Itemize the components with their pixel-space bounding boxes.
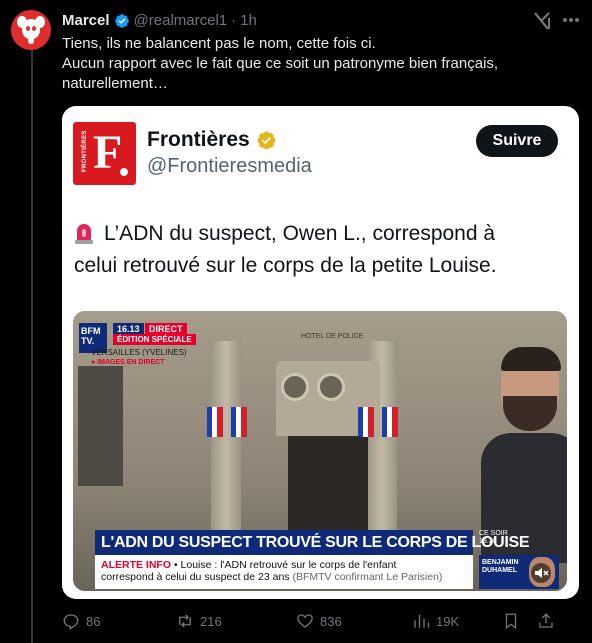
tweet-text: Tiens, ils ne balancent pas le nom, cett… xyxy=(62,34,562,94)
avatar-eye xyxy=(32,26,36,31)
avatar[interactable] xyxy=(11,10,51,50)
reply-icon xyxy=(63,614,79,630)
french-flag-icon xyxy=(231,407,247,437)
quoted-line-text: L’ADN du suspect, Owen L., correspond à xyxy=(104,222,496,245)
tweet-line: naturellement… xyxy=(62,75,168,92)
reporter-beard xyxy=(503,396,557,431)
thread-line xyxy=(31,48,33,643)
bookmark-button[interactable] xyxy=(502,612,526,630)
share-button[interactable] xyxy=(537,612,561,630)
separator-dot: · xyxy=(231,12,237,29)
quoted-post[interactable]: FRONTIÈRES F Frontières @Frontieresmedia… xyxy=(62,106,579,599)
share-icon xyxy=(539,613,553,628)
tweet-line: Aucun rapport avec le fait que ce soit u… xyxy=(62,55,499,72)
siren-emoji-icon xyxy=(75,224,93,244)
quoted-name-text: Frontières xyxy=(147,128,250,151)
building-column xyxy=(211,341,241,541)
ticker-line-2: correspond à celui du suspect de 23 ans … xyxy=(101,571,467,583)
logo-dot xyxy=(120,168,128,176)
quoted-author-handle[interactable]: @Frontieresmedia xyxy=(147,155,312,178)
alert-source: (BFMTV confirmant Le Parisien) xyxy=(289,571,443,583)
author-handle[interactable]: @realmarcel1 xyxy=(134,11,228,31)
heart-icon xyxy=(297,614,313,628)
french-flag-icon xyxy=(382,407,398,437)
bfm-live-label: ● IMAGES EN DIRECT xyxy=(91,359,165,366)
follow-button[interactable]: Suivre xyxy=(476,125,558,157)
logo-letter: F xyxy=(93,126,123,179)
action-bar: 86 216 836 19K xyxy=(62,612,582,634)
author-name[interactable]: Marcel xyxy=(62,11,110,31)
tweet-header: Marcel @realmarcel1 · 1h xyxy=(62,11,257,31)
repost-count: 216 xyxy=(200,613,222,629)
round-window xyxy=(317,373,345,401)
video-thumbnail[interactable]: HOTEL DE POLICE BFM TV. 16.13 DIRECT ÉDI… xyxy=(73,311,567,591)
ce-soir-label: CE SOIR 19.20 xyxy=(479,530,508,545)
building-window xyxy=(78,366,123,486)
frontieres-logo[interactable]: FRONTIÈRES F xyxy=(73,122,136,185)
french-flag-icon xyxy=(358,407,374,437)
bfm-edition-badge: ÉDITION SPÉCIALE xyxy=(113,334,196,345)
reply-count: 86 xyxy=(86,613,101,629)
bfm-location: VERSAILLES (YVELINES) xyxy=(91,348,187,357)
alert-label: ALERTE INFO xyxy=(101,559,171,571)
round-window xyxy=(281,373,309,401)
alert-text-2: correspond à celui du suspect de 23 ans xyxy=(101,571,290,583)
guest-name: BENJAMIN DUHAMEL xyxy=(482,559,519,574)
quoted-author-name[interactable]: Frontières xyxy=(147,128,277,152)
views-chart-icon xyxy=(414,615,430,628)
tweet-line: Tiens, ils ne balancent pas le nom, cett… xyxy=(62,35,376,52)
reply-button[interactable]: 86 xyxy=(62,612,100,630)
more-options-icon[interactable] xyxy=(560,9,582,31)
ticker-line-1: ALERTE INFO • Louise : l'ADN retrouvé su… xyxy=(101,559,467,571)
logo-vertical-text: FRONTIÈRES xyxy=(82,130,88,172)
french-flag-icon xyxy=(207,407,223,437)
verified-badge-icon xyxy=(114,14,129,28)
views-button[interactable]: 19K xyxy=(412,612,459,630)
alert-text-1: • Louise : l'ADN retrouvé sur le corps d… xyxy=(171,559,397,571)
like-count: 836 xyxy=(320,613,342,629)
news-ticker: ALERTE INFO • Louise : l'ADN retrouvé su… xyxy=(95,555,473,589)
like-button[interactable]: 836 xyxy=(296,612,342,630)
quoted-text: L’ADN du suspect, Owen L., correspond à … xyxy=(74,218,569,282)
gold-verified-badge-icon xyxy=(257,131,276,149)
grok-icon[interactable] xyxy=(532,10,552,32)
avatar-trunk xyxy=(28,34,34,44)
avatar-eye xyxy=(26,26,30,31)
building-door xyxy=(288,436,368,536)
quoted-line: L’ADN du suspect, Owen L., correspond à xyxy=(74,218,569,250)
views-count: 19K xyxy=(436,613,460,629)
news-banner: L'ADN DU SUSPECT TROUVÉ SUR LE CORPS DE … xyxy=(95,530,530,555)
reporter-hair xyxy=(501,347,561,371)
building-sign: HOTEL DE POLICE xyxy=(301,333,364,340)
tweet-time[interactable]: 1h xyxy=(240,11,257,31)
repost-icon xyxy=(179,614,191,628)
reporter-figure xyxy=(481,347,567,563)
quoted-line: celui retrouvé sur le corps de la petite… xyxy=(74,254,497,277)
bookmark-icon xyxy=(505,613,517,630)
repost-button[interactable]: 216 xyxy=(176,612,222,630)
mute-icon[interactable] xyxy=(531,563,551,583)
